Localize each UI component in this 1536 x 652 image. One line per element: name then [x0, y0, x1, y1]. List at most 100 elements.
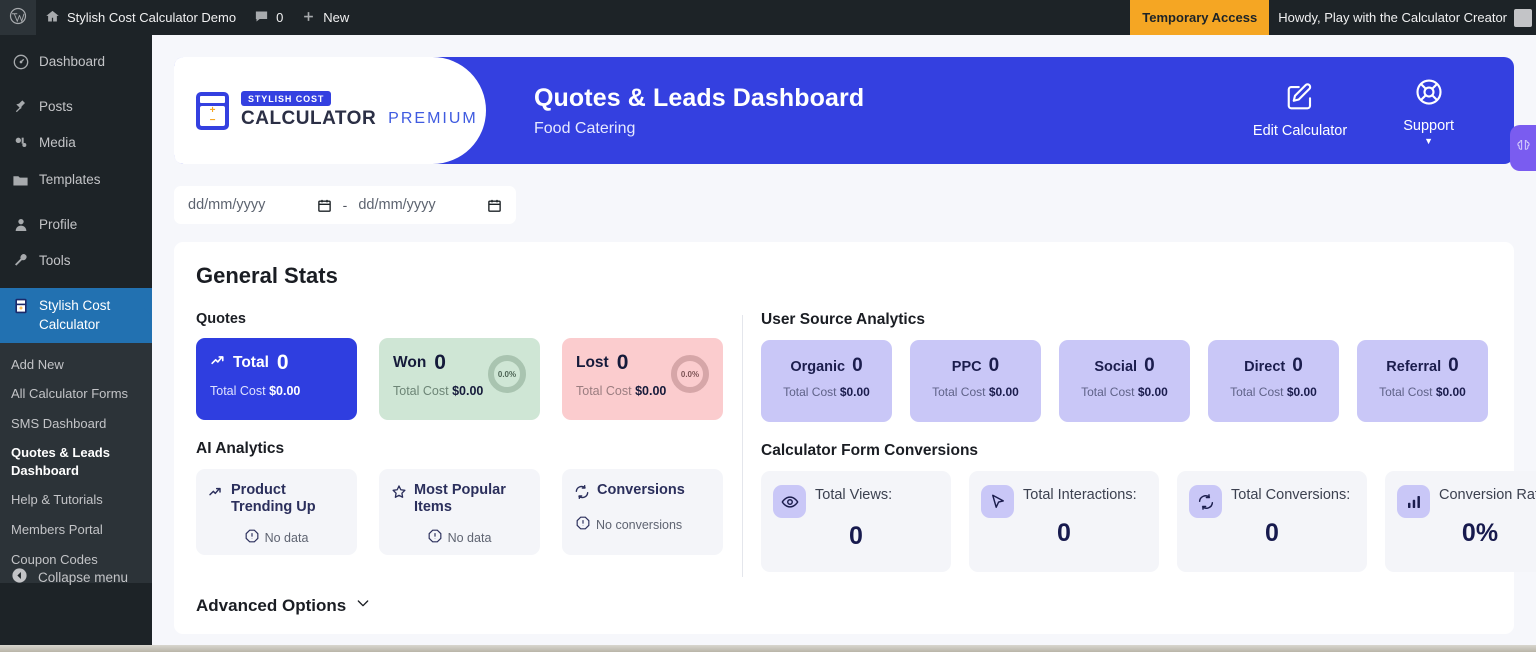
- plugin-header-banner: + − STYLISH COST CALCULATOR PREMIUM Quot…: [174, 57, 1514, 164]
- site-name-button[interactable]: Stylish Cost Calculator Demo: [36, 0, 245, 35]
- ai-card-most-popular-items[interactable]: Most Popular Items No data: [379, 469, 540, 555]
- sidebar-subitem-sms-dashboard[interactable]: SMS Dashboard: [0, 409, 152, 439]
- source-card-organic[interactable]: Organic 0 Total Cost $0.00: [761, 340, 892, 422]
- total-cost-label: Total Cost: [576, 384, 632, 398]
- source-card-value: 0: [1292, 355, 1303, 376]
- conversion-card-head: Total Conversions:: [1189, 485, 1355, 518]
- calendar-icon[interactable]: [487, 198, 502, 213]
- ai-card-product-trending-up[interactable]: Product Trending Up No data: [196, 469, 357, 555]
- conversion-card-total-conversions[interactable]: Total Conversions: 0: [1177, 471, 1367, 572]
- wordpress-icon: [9, 7, 27, 28]
- sidebar-subitem-all-calculator-forms[interactable]: All Calculator Forms: [0, 379, 152, 409]
- source-card-direct[interactable]: Direct 0 Total Cost $0.00: [1208, 340, 1339, 422]
- total-cost-label: Total Cost: [783, 385, 837, 399]
- page-title: Quotes & Leads Dashboard: [534, 83, 865, 112]
- support-button[interactable]: Support ▼: [1403, 77, 1454, 146]
- user-source-row: Organic 0 Total Cost $0.00 PPC 0 Total C…: [761, 340, 1536, 422]
- sidebar-item-dashboard[interactable]: Dashboard: [0, 44, 152, 80]
- sidebar-subitem-add-new[interactable]: Add New: [0, 350, 152, 380]
- source-card-head: PPC 0: [920, 355, 1031, 377]
- conversion-card-total-interactions[interactable]: Total Interactions: 0: [969, 471, 1159, 572]
- won-percent-donut: 0.0%: [488, 355, 526, 393]
- avatar: [1514, 8, 1532, 27]
- ai-card-head: Conversions: [574, 482, 711, 505]
- calculator-screen: [200, 95, 225, 103]
- plus-glyph: +: [209, 104, 216, 116]
- end-date-input[interactable]: dd/mm/yyyy: [350, 190, 510, 220]
- source-card-name: PPC: [951, 359, 982, 375]
- ai-card-name: Most Popular Items: [414, 482, 506, 516]
- sidebar-item-media[interactable]: Media: [0, 125, 152, 161]
- ai-card-empty-label: No data: [447, 530, 492, 545]
- sidebar-subitem-help-tutorials[interactable]: Help & Tutorials: [0, 485, 152, 515]
- quote-card-total[interactable]: Total 0 Total Cost $0.00: [196, 338, 357, 420]
- quotes-card-row: Total 0 Total Cost $0.00 Won 0 Total Cos…: [196, 338, 742, 420]
- edit-square-icon: [1285, 82, 1315, 116]
- account-menu[interactable]: Howdy, Play with the Calculator Creator: [1269, 0, 1536, 35]
- ai-card-empty-state: No data: [391, 529, 528, 546]
- sidebar-item-templates[interactable]: Templates: [0, 162, 152, 198]
- source-card-cost: Total Cost $0.00: [1069, 385, 1180, 399]
- admin-sidebar: Dashboard Posts Media Templates Profile …: [0, 35, 152, 652]
- pin-icon: [11, 99, 30, 115]
- edit-calculator-button[interactable]: Edit Calculator: [1253, 82, 1347, 139]
- conversion-card-total-views[interactable]: Total Views: 0: [761, 471, 951, 572]
- quote-card-value: 0: [616, 351, 629, 374]
- temporary-access-badge[interactable]: Temporary Access: [1130, 0, 1270, 35]
- howdy-label: Howdy, Play with the Calculator Creator: [1278, 10, 1507, 25]
- plus-icon: [301, 9, 316, 27]
- sidebar-subitem-members-portal[interactable]: Members Portal: [0, 515, 152, 545]
- conversion-card-conversion-rate[interactable]: Conversion Rate: 0%: [1385, 471, 1536, 572]
- date-range-filter: dd/mm/yyyy - dd/mm/yyyy: [174, 186, 516, 224]
- comments-button[interactable]: 0: [245, 0, 292, 35]
- start-date-input[interactable]: dd/mm/yyyy: [180, 190, 340, 220]
- sidebar-item-stylish-cost-calculator[interactable]: Stylish Cost Calculator: [0, 288, 152, 343]
- advanced-options-toggle[interactable]: Advanced Options: [196, 595, 371, 616]
- quotes-section-label: Quotes: [196, 311, 246, 327]
- eye-icon: [773, 485, 806, 518]
- sidebar-item-profile[interactable]: Profile: [0, 207, 152, 243]
- window-bottom-strip: [0, 645, 1536, 652]
- user-icon: [11, 217, 30, 233]
- new-content-button[interactable]: New: [292, 0, 358, 35]
- quote-card-name: Lost: [576, 354, 609, 371]
- ai-card-empty-state: No data: [208, 529, 345, 546]
- ai-assistant-tab[interactable]: [1510, 125, 1536, 171]
- total-cost-label: Total Cost: [932, 385, 986, 399]
- total-cost-value: $0.00: [1286, 385, 1317, 399]
- banner-title-block: Quotes & Leads Dashboard Food Catering: [534, 84, 864, 138]
- lost-percent-donut: 0.0%: [671, 355, 709, 393]
- comment-count: 0: [276, 10, 284, 25]
- date-range-separator: -: [342, 197, 348, 213]
- source-card-social[interactable]: Social 0 Total Cost $0.00: [1059, 340, 1190, 422]
- quote-card-head: Total 0: [210, 351, 343, 375]
- sidebar-item-posts[interactable]: Posts: [0, 89, 152, 125]
- calculator-icon: [11, 298, 30, 314]
- alert-octagon-icon: [576, 516, 590, 533]
- source-card-cost: Total Cost $0.00: [771, 385, 882, 399]
- quote-card-value: 0: [434, 351, 446, 374]
- ai-card-conversions[interactable]: Conversions No conversions: [562, 469, 723, 555]
- sidebar-subitem-quotes-leads-dashboard[interactable]: Quotes & Leads Dashboard: [0, 438, 152, 485]
- collapse-menu-button[interactable]: Collapse menu: [0, 558, 152, 596]
- folder-icon: [11, 172, 30, 189]
- conversion-card-label: Total Views:: [815, 487, 893, 503]
- quote-card-won[interactable]: Won 0 Total Cost $0.00 0.0%: [379, 338, 540, 420]
- edit-calculator-label: Edit Calculator: [1252, 123, 1348, 139]
- conversion-card-value: 0: [1057, 519, 1071, 547]
- quote-card-name: Won: [393, 354, 427, 371]
- quote-card-lost[interactable]: Lost 0 Total Cost $0.00 0.0%: [562, 338, 723, 420]
- ai-card-empty-label: No data: [264, 530, 309, 545]
- total-cost-value: $0.00: [988, 385, 1019, 399]
- source-card-name: Social: [1094, 359, 1138, 375]
- sidebar-divider: [0, 198, 152, 207]
- ai-card-name: Product Trending Up: [231, 482, 316, 516]
- total-cost-value: $0.00: [635, 384, 667, 398]
- source-card-referral[interactable]: Referral 0 Total Cost $0.00: [1357, 340, 1488, 422]
- calendar-icon[interactable]: [317, 198, 332, 213]
- source-card-ppc[interactable]: PPC 0 Total Cost $0.00: [910, 340, 1041, 422]
- source-card-value: 0: [852, 355, 863, 376]
- wordpress-logo-button[interactable]: [0, 0, 36, 35]
- sidebar-divider: [0, 279, 152, 288]
- sidebar-item-tools[interactable]: Tools: [0, 243, 152, 279]
